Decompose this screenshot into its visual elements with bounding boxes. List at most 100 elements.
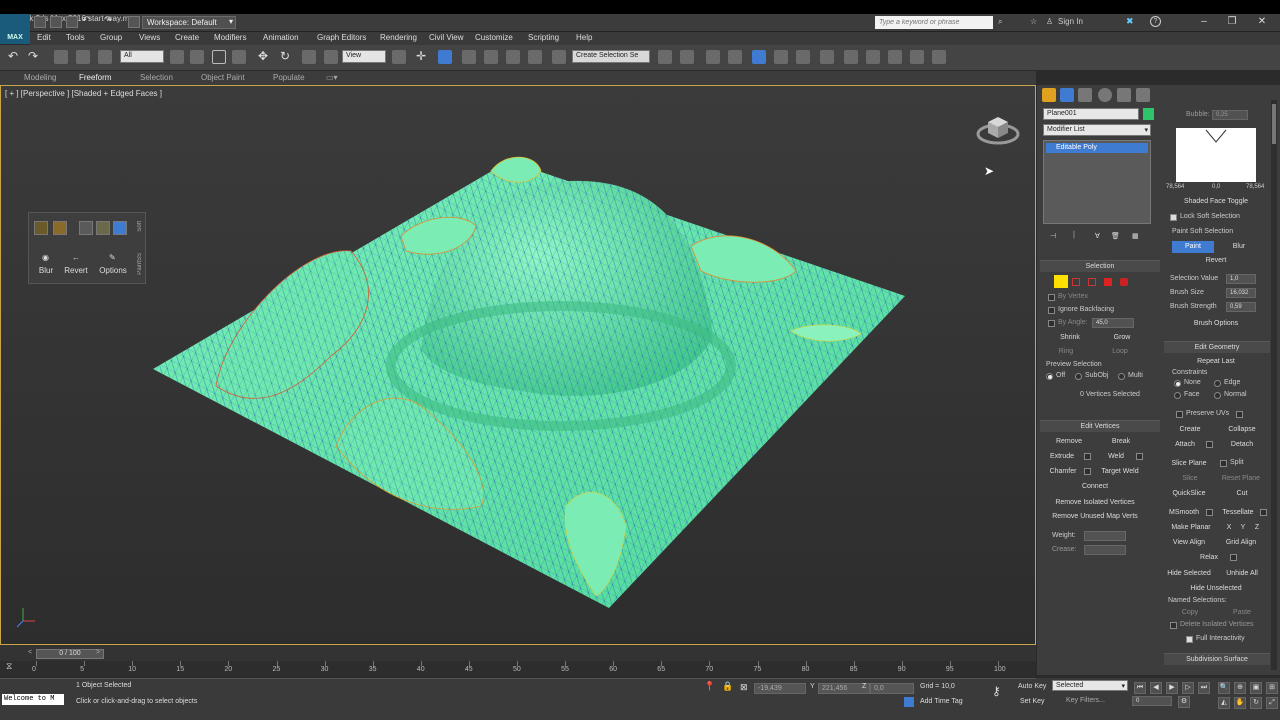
tab-populate[interactable]: Populate <box>273 73 305 82</box>
loop-button[interactable]: Loop <box>1102 346 1138 358</box>
tab-selection[interactable]: Selection <box>140 73 173 82</box>
close-icon[interactable]: ✕ <box>1252 16 1272 29</box>
extrude-button[interactable]: Extrude <box>1042 451 1082 463</box>
grow-button[interactable]: Grow <box>1100 332 1144 344</box>
rectangle-selection-icon[interactable] <box>212 50 226 64</box>
search-input[interactable] <box>875 16 993 29</box>
schematic-view-icon[interactable] <box>774 50 788 64</box>
msmooth-settings-icon[interactable] <box>1206 509 1213 516</box>
object-name-field[interactable]: Plane001 <box>1043 108 1139 120</box>
app-logo[interactable]: MAX <box>0 14 30 44</box>
set-key-icon[interactable]: ⚷ <box>992 684 1001 698</box>
sign-in-link[interactable]: Sign In <box>1058 17 1083 26</box>
edge-mode-icon[interactable] <box>1072 278 1080 286</box>
weld-settings-icon[interactable] <box>1136 453 1143 460</box>
planar-z-button[interactable]: Z <box>1252 522 1262 534</box>
blur-button[interactable]: Blur <box>1218 241 1260 253</box>
zoom-extents-all-icon[interactable]: ⊞ <box>1266 682 1278 694</box>
zoom-icon[interactable]: 🔍 <box>1218 682 1230 694</box>
float-blur-label[interactable]: Blur <box>29 266 63 275</box>
edit-geometry-rollout-header[interactable]: Edit Geometry <box>1164 341 1270 353</box>
time-tag-icon[interactable] <box>904 697 914 707</box>
help-icon[interactable]: ? <box>1150 16 1161 27</box>
tessellate-button[interactable]: Tessellate <box>1216 507 1260 519</box>
command-panel-scrollbar[interactable] <box>1271 100 1277 670</box>
select-by-name-icon[interactable] <box>190 50 204 64</box>
window-crossing-icon[interactable] <box>232 50 246 64</box>
zoom-extents-icon[interactable]: ▣ <box>1250 682 1262 694</box>
vertex-mode-icon[interactable] <box>1054 275 1068 288</box>
shaded-face-toggle-button[interactable]: Shaded Face Toggle <box>1170 196 1262 208</box>
place-icon[interactable] <box>324 50 338 64</box>
object-color-swatch[interactable] <box>1143 108 1154 120</box>
add-time-tag-button[interactable]: Add Time Tag <box>920 698 963 705</box>
blur-tool-icon[interactable]: ◉ <box>42 253 49 262</box>
exchange-icon[interactable]: ✖ <box>1126 16 1134 27</box>
render-production-icon[interactable] <box>866 50 880 64</box>
modifier-list-dropdown[interactable]: Modifier List ▾ <box>1043 124 1151 136</box>
spinner-snap-icon[interactable] <box>528 50 542 64</box>
element-mode-icon[interactable] <box>1120 278 1128 286</box>
viewport-label[interactable]: [ + ] [Perspective ] [Shaded + Edged Fac… <box>5 89 162 98</box>
float-options-label[interactable]: Options <box>96 266 130 275</box>
preview-multi-radio[interactable] <box>1118 373 1125 380</box>
menu-views[interactable]: Views <box>139 33 160 42</box>
command-panel-scroll-thumb[interactable] <box>1272 104 1276 144</box>
crease-spinner[interactable] <box>1084 545 1126 555</box>
menu-customize[interactable]: Customize <box>475 33 513 42</box>
time-slider[interactable]: 0 / 100 <box>36 649 104 659</box>
chamfer-button[interactable]: Chamfer <box>1042 466 1084 478</box>
ring-button[interactable]: Ring <box>1048 346 1084 358</box>
menu-rendering[interactable]: Rendering <box>380 33 417 42</box>
absolute-mode-icon[interactable]: ⊠ <box>740 682 748 693</box>
keyboard-shortcut-override-icon[interactable] <box>438 50 452 64</box>
menu-tools[interactable]: Tools <box>66 33 85 42</box>
bind-spacewarp-icon[interactable] <box>98 50 112 64</box>
undo-icon[interactable]: ↶ <box>8 50 22 64</box>
reset-plane-button[interactable]: Reset Plane <box>1218 473 1264 485</box>
target-weld-button[interactable]: Target Weld <box>1096 466 1144 478</box>
display-tab-icon[interactable] <box>1117 88 1131 102</box>
full-interactivity-checkbox[interactable] <box>1186 636 1193 643</box>
remove-unused-map-verts-button[interactable]: Remove Unused Map Verts <box>1042 511 1148 523</box>
set-key-button[interactable]: Set Key <box>1020 698 1045 705</box>
viewcube-icon[interactable] <box>976 108 1020 148</box>
paint-brush-icon[interactable] <box>34 221 48 235</box>
orbit-icon[interactable]: ↻ <box>1250 697 1262 709</box>
render-setup-icon[interactable] <box>820 50 834 64</box>
mirror-icon[interactable] <box>658 50 672 64</box>
subdivision-surface-rollout-header[interactable]: Subdivision Surface <box>1164 653 1270 665</box>
select-manipulate-icon[interactable]: ✛ <box>416 50 430 64</box>
new-file-icon[interactable] <box>34 16 46 28</box>
move-icon[interactable]: ✥ <box>258 50 272 64</box>
field-of-view-icon[interactable]: ◭ <box>1218 697 1230 709</box>
quickslice-button[interactable]: QuickSlice <box>1166 488 1212 500</box>
brush-size-spinner[interactable]: 16,032 <box>1226 288 1256 298</box>
planar-y-button[interactable]: Y <box>1238 522 1248 534</box>
attach-list-icon[interactable] <box>1206 441 1213 448</box>
user-icon[interactable]: ♙ <box>1046 17 1053 26</box>
maximize-viewport-icon[interactable]: ⤢ <box>1266 697 1278 709</box>
constraint-normal-radio[interactable] <box>1214 392 1221 399</box>
tessellate-settings-icon[interactable] <box>1260 509 1267 516</box>
shrink-button[interactable]: Shrink <box>1048 332 1092 344</box>
detach-button[interactable]: Detach <box>1220 439 1264 451</box>
menu-civil-view[interactable]: Civil View <box>429 33 464 42</box>
curve-editor-icon[interactable] <box>752 50 766 64</box>
toggle-ribbon-icon[interactable] <box>728 50 742 64</box>
ribbon-options-icon[interactable]: ▭▾ <box>326 73 338 82</box>
constraint-edge-radio[interactable] <box>1214 380 1221 387</box>
tab-freeform[interactable]: Freeform <box>79 73 111 82</box>
maximize-icon[interactable]: ❐ <box>1222 16 1242 29</box>
unlink-icon[interactable] <box>76 50 90 64</box>
isolate-selection-icon[interactable]: 📍 <box>704 681 715 692</box>
options-tool-icon[interactable]: ✎ <box>109 253 116 262</box>
preserve-uvs-settings-icon[interactable] <box>1236 411 1243 418</box>
percent-snap-icon[interactable] <box>506 50 520 64</box>
create-button[interactable]: Create <box>1168 424 1212 436</box>
selection-filter-dropdown[interactable]: All <box>120 50 164 63</box>
link-icon[interactable] <box>54 50 68 64</box>
view-align-button[interactable]: View Align <box>1166 537 1212 549</box>
delete-isolated-checkbox[interactable] <box>1170 622 1177 629</box>
play-icon[interactable]: ▶ <box>1166 682 1178 694</box>
